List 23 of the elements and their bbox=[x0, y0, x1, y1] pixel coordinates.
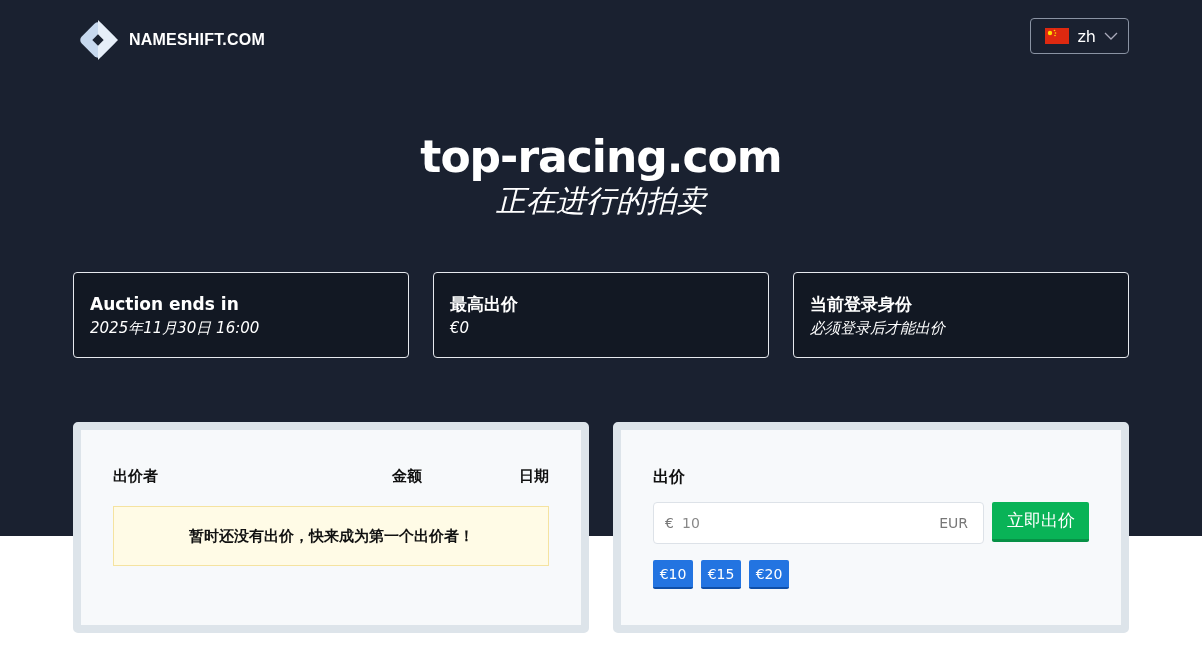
info-value: €0 bbox=[450, 318, 471, 339]
info-value: 2025年11月30日 16:00 bbox=[90, 318, 261, 339]
auction-status: 正在进行的拍卖 bbox=[496, 184, 706, 218]
empty-message: 暂时还没有出价，快来成为第一个出价者！ bbox=[113, 506, 549, 566]
quick-amount-button[interactable]: €10 bbox=[653, 560, 693, 589]
currency-label: EUR bbox=[939, 514, 968, 532]
column-header: 出价者 bbox=[113, 466, 159, 486]
place-bid-button[interactable]: 立即出价 bbox=[992, 502, 1089, 542]
info-title: 最高出价 bbox=[450, 293, 519, 316]
column-header: 日期 bbox=[519, 466, 549, 486]
brand-name: NAMESHIFT.COM bbox=[129, 31, 265, 49]
flag-icon bbox=[1045, 28, 1070, 44]
bid-title: 出价 bbox=[653, 466, 686, 488]
info-title: Auction ends in bbox=[90, 293, 240, 316]
chevron-down-icon bbox=[1104, 32, 1118, 40]
quick-amount-button[interactable]: €15 bbox=[701, 560, 741, 589]
language-selector[interactable]: zh bbox=[1030, 18, 1129, 54]
currency-symbol: € bbox=[665, 514, 674, 532]
column-header: 金额 bbox=[392, 466, 423, 486]
quick-amount-button[interactable]: €20 bbox=[749, 560, 789, 589]
info-value: 必须登录后才能出价 bbox=[810, 318, 947, 339]
info-title: 当前登录身份 bbox=[810, 293, 913, 316]
domain-title: top-racing.com bbox=[420, 130, 782, 184]
